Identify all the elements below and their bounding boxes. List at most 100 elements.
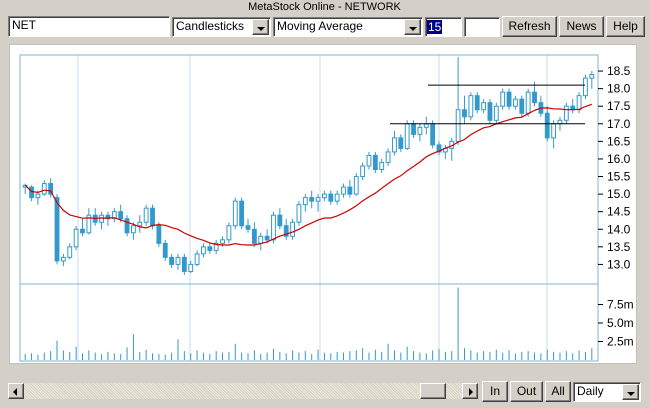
zoom-out-button[interactable]: Out [510, 381, 543, 402]
candle [162, 239, 168, 261]
period-value: 15 [427, 20, 443, 34]
candle [474, 92, 480, 114]
candle [22, 183, 28, 195]
candle-body [73, 228, 79, 248]
candle-body [525, 91, 531, 114]
scroll-left-button[interactable] [8, 383, 24, 399]
candle [41, 180, 47, 196]
candlestick-chart[interactable]: 13.0 13.5 14.0 14.5 15.0 15.5 16.0 16.5 17.0 17.5… [10, 45, 638, 379]
price-pane-border [19, 54, 599, 285]
candle-body [557, 119, 563, 125]
candle [398, 134, 404, 152]
candle-body [131, 225, 136, 234]
indicator-dropdown-button[interactable] [404, 19, 421, 35]
candle-body [156, 225, 162, 244]
arrow-right-icon [469, 388, 473, 396]
candle-body [576, 95, 582, 111]
candle [576, 92, 582, 114]
candle-body [118, 211, 124, 220]
candle [213, 239, 219, 254]
candle [207, 243, 213, 254]
blank-input[interactable] [464, 17, 500, 37]
candle [245, 218, 251, 233]
candle [143, 204, 149, 226]
chart-style-dropdown-button[interactable] [252, 19, 269, 35]
candle-body [309, 197, 315, 202]
volume-axis: 2.5m 5.0m 7.5m [598, 298, 634, 349]
candle-body [194, 253, 200, 265]
candle [277, 208, 283, 230]
candle [239, 197, 245, 230]
candle [60, 253, 66, 267]
candle [385, 148, 391, 166]
candle [137, 215, 143, 233]
price-tick-label: 16.5 [607, 134, 631, 148]
candle [430, 120, 436, 149]
zoom-all-button[interactable]: All [545, 381, 571, 402]
candle-body [150, 207, 155, 227]
arrow-left-icon [13, 388, 17, 396]
candle-body [360, 165, 366, 178]
chevron-down-icon [627, 392, 635, 396]
candle [328, 190, 334, 205]
candle [67, 243, 73, 260]
candle-body [35, 193, 41, 199]
interval-dropdown-button[interactable] [622, 384, 639, 400]
candle-body [315, 197, 321, 202]
scroll-right-button[interactable] [462, 383, 478, 399]
price-axis: 13.0 13.5 14.0 14.5 15.0 15.5 16.0 16.5 17.0 17.5… [598, 64, 631, 271]
candle [194, 250, 200, 267]
refresh-button[interactable]: Refresh [502, 16, 557, 37]
help-button[interactable]: Help [606, 16, 645, 37]
candle-body [372, 154, 378, 170]
candle [315, 194, 321, 212]
candle [462, 95, 467, 124]
candle-body [404, 123, 410, 149]
scroll-thumb[interactable] [420, 383, 446, 399]
candle [372, 151, 378, 174]
candle [468, 92, 474, 121]
candle-body [341, 186, 346, 195]
candle-body [80, 228, 85, 234]
zoom-in-button[interactable]: In [482, 381, 508, 402]
candle [156, 222, 162, 247]
candle [80, 218, 85, 237]
candle-body [277, 214, 283, 227]
scroll-track[interactable] [24, 383, 462, 399]
volume-tick-label: 5.0m [607, 316, 634, 330]
candle-body [347, 186, 353, 195]
candle-body [583, 77, 588, 97]
candle-body [430, 123, 436, 146]
price-tick-label: 17.0 [607, 117, 631, 131]
candle [519, 95, 525, 117]
candle-body [474, 95, 480, 111]
candle-body [143, 207, 149, 223]
candle-body [379, 161, 385, 170]
candle-body [181, 256, 187, 272]
candle [493, 102, 499, 124]
candle-body [60, 256, 66, 262]
period-input[interactable]: 15 [425, 17, 462, 37]
candle-body [544, 112, 550, 139]
candle-body [169, 256, 175, 265]
candle-body [353, 176, 359, 195]
candle [309, 190, 315, 209]
candle-body [251, 228, 257, 244]
candle [551, 120, 557, 149]
chart-panel[interactable]: 13.0 13.5 14.0 14.5 15.0 15.5 16.0 16.5 17.0 17.5… [9, 44, 638, 379]
price-tick-label: 16.0 [607, 152, 631, 166]
interval-select[interactable]: Daily [573, 382, 641, 402]
indicator-select[interactable]: Moving Average [273, 17, 423, 37]
candle-body [551, 123, 557, 139]
candle-body [258, 235, 264, 244]
candle-body [493, 105, 499, 121]
candle-body [41, 183, 47, 195]
news-button[interactable]: News [559, 16, 604, 37]
candle [105, 211, 111, 226]
price-tick-label: 13.5 [607, 240, 631, 254]
symbol-input[interactable]: NET [8, 16, 170, 37]
candle-body [385, 151, 391, 163]
candle [124, 215, 130, 237]
chart-style-select[interactable]: Candlesticks [172, 17, 271, 37]
candles [22, 57, 595, 275]
